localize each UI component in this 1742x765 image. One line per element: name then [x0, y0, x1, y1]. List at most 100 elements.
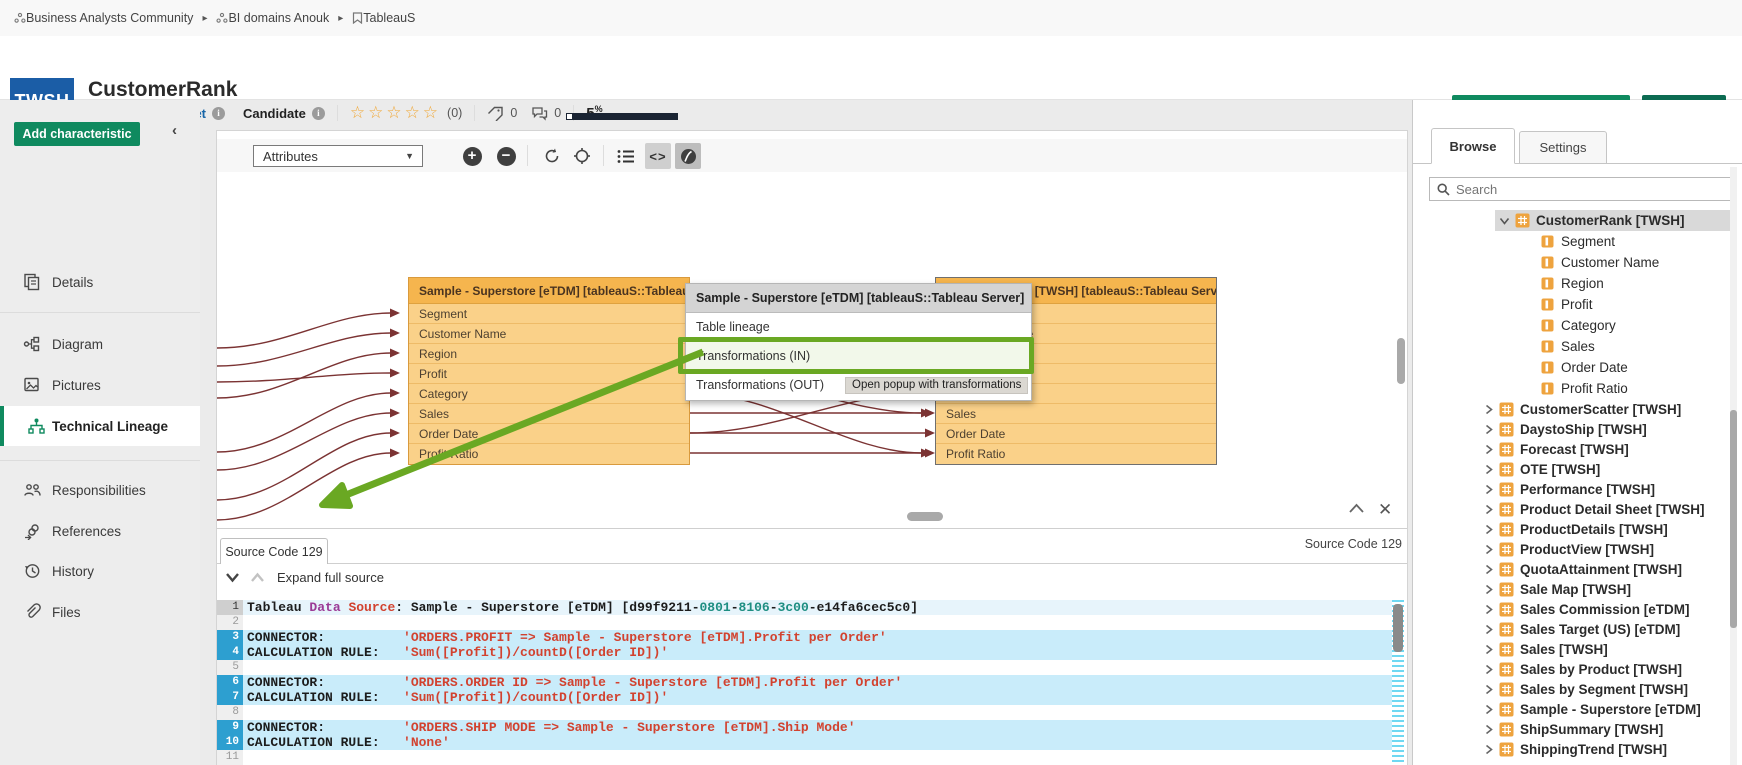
panel-close-icon[interactable]: ✕ [1378, 500, 1392, 520]
breadcrumb-item[interactable]: TableauS [352, 11, 415, 25]
node-field-sales[interactable]: Sales [409, 404, 689, 424]
chevron-right-icon[interactable] [1485, 404, 1493, 415]
tree-item-worksheet[interactable]: Product Detail Sheet [TWSH] [1481, 499, 1731, 519]
refresh-button[interactable] [539, 143, 565, 169]
chevron-right-icon[interactable] [1485, 604, 1493, 615]
expand-up-icon[interactable] [250, 572, 265, 583]
tree-item-worksheet[interactable]: Sales by Segment [TWSH] [1481, 679, 1731, 699]
tree-item-worksheet[interactable]: Sales Commission [eTDM] [1481, 599, 1731, 619]
info-icon[interactable]: i [312, 107, 325, 120]
chevron-right-icon[interactable] [1485, 524, 1493, 535]
comments-icon[interactable] [531, 106, 548, 121]
node-field-region[interactable]: Region [409, 344, 689, 364]
canvas-horizontal-scrollbar[interactable] [907, 512, 943, 521]
context-menu-item-table-lineage[interactable]: Table lineage [686, 313, 1031, 342]
chevron-right-icon[interactable] [1485, 664, 1493, 675]
search-input[interactable] [1456, 182, 1706, 197]
tree-item-worksheet[interactable]: OTE [TWSH] [1481, 459, 1731, 479]
sidebar-item-details[interactable]: Details [0, 264, 200, 300]
chevron-right-icon[interactable] [1485, 464, 1493, 475]
tree-item-column[interactable]: Region [1541, 273, 1731, 294]
tab-settings[interactable]: Settings [1519, 131, 1607, 164]
chevron-right-icon[interactable] [1485, 444, 1493, 455]
chevron-right-icon[interactable] [1485, 564, 1493, 575]
breadcrumb-item[interactable]: Business Analysts Community [14, 11, 193, 25]
breadcrumb-item[interactable]: BI domains Anouk [216, 11, 329, 25]
chevron-right-icon[interactable] [1485, 724, 1493, 735]
tree-item-worksheet[interactable]: DaystoShip [TWSH] [1481, 419, 1731, 439]
center-view-button[interactable] [569, 143, 595, 169]
chevron-right-icon[interactable] [1485, 544, 1493, 555]
chevron-right-icon[interactable] [1485, 624, 1493, 635]
add-characteristic-button[interactable]: Add characteristic [14, 122, 140, 146]
tree-item-worksheet[interactable]: Performance [TWSH] [1481, 479, 1731, 499]
source-code-tab[interactable]: Source Code 129 [220, 538, 328, 564]
chevron-right-icon[interactable] [1485, 744, 1493, 755]
tree-item-worksheet[interactable]: ProductView [TWSH] [1481, 539, 1731, 559]
sidebar-item-diagram[interactable]: Diagram [0, 326, 200, 362]
list-view-button[interactable] [613, 143, 639, 169]
tree-item-worksheet[interactable]: ShipSummary [TWSH] [1481, 719, 1731, 739]
chevron-down-icon[interactable] [1499, 217, 1510, 225]
tab-browse[interactable]: Browse [1431, 128, 1515, 164]
tree-item-worksheet[interactable]: ProductDetails [TWSH] [1481, 519, 1731, 539]
node-field-profit[interactable]: Profit [409, 364, 689, 384]
rating-stars[interactable]: ☆☆☆☆☆ [350, 103, 441, 123]
tree-item-worksheet[interactable]: QuotaAttainment [TWSH] [1481, 559, 1731, 579]
tree-item-column[interactable]: Profit [1541, 294, 1731, 315]
tree-item-column[interactable]: Segment [1541, 231, 1731, 252]
tree-item-worksheet[interactable]: CustomerScatter [TWSH] [1481, 399, 1731, 419]
node-field-category[interactable]: Category [409, 384, 689, 404]
node-field-order-date[interactable]: Order Date [936, 424, 1216, 444]
chevron-right-icon[interactable] [1485, 484, 1493, 495]
tree-item-column[interactable]: Order Date [1541, 357, 1731, 378]
zoom-out-button[interactable]: − [493, 143, 519, 169]
canvas-vertical-scrollbar[interactable] [1397, 338, 1405, 384]
node-field-profit-ratio[interactable]: Profit Ratio [409, 444, 689, 464]
chevron-right-icon[interactable] [1485, 704, 1493, 715]
expand-full-source-label[interactable]: Expand full source [277, 570, 384, 585]
context-menu-item-transformations-in-[interactable]: Transformations (IN) [686, 342, 1031, 371]
chevron-right-icon[interactable] [1485, 424, 1493, 435]
tree-scrollbar-thumb[interactable] [1730, 410, 1737, 628]
sidebar-item-history[interactable]: History [0, 553, 200, 589]
tree-item-column[interactable]: Customer Name [1541, 252, 1731, 273]
sidebar-collapse-icon[interactable]: ‹ [172, 122, 177, 139]
tree-item-worksheet[interactable]: Sample - Superstore [eTDM] [1481, 699, 1731, 719]
node-field-profit-ratio[interactable]: Profit Ratio [936, 444, 1216, 464]
tree-item-worksheet[interactable]: Sales by Product [TWSH] [1481, 659, 1731, 679]
lineage-node-source[interactable]: Sample - Superstore [eTDM] [tableauS::Ta… [408, 277, 690, 465]
tree-item-column[interactable]: Profit Ratio [1541, 378, 1731, 399]
expand-down-icon[interactable] [225, 572, 240, 583]
tree-item-worksheet[interactable]: Sale Map [TWSH] [1481, 579, 1731, 599]
zoom-in-button[interactable]: + [459, 143, 485, 169]
node-field-sales[interactable]: Sales [936, 404, 1216, 424]
source-code-toggle-button[interactable]: <> [645, 143, 671, 169]
chevron-right-icon[interactable] [1485, 584, 1493, 595]
tree-item-column[interactable]: Category [1541, 315, 1731, 336]
tree-item-worksheet[interactable]: Forecast [TWSH] [1481, 439, 1731, 459]
tree-item-worksheet[interactable]: ShippingTrend [TWSH] [1481, 739, 1731, 759]
trace-toggle-button[interactable] [675, 143, 701, 169]
node-field-customer-name[interactable]: Customer Name [409, 324, 689, 344]
tree-item-root[interactable]: CustomerRank [TWSH] [1495, 210, 1730, 231]
node-field-segment[interactable]: Segment [409, 304, 689, 324]
source-code-viewer[interactable]: 1Tableau Data Source: Sample - Superstor… [217, 600, 1407, 765]
node-field-order-date[interactable]: Order Date [409, 424, 689, 444]
sidebar-item-pictures[interactable]: Pictures [0, 367, 200, 403]
chevron-right-icon[interactable] [1485, 504, 1493, 515]
chevron-right-icon[interactable] [1485, 644, 1493, 655]
sidebar-item-responsibilities[interactable]: Responsibilities [0, 472, 200, 508]
attributes-dropdown[interactable]: Attributes▼ [253, 145, 423, 167]
tag-icon[interactable] [487, 106, 504, 121]
panel-collapse-icon[interactable] [1348, 502, 1365, 514]
tree-item-worksheet[interactable]: Sales [TWSH] [1481, 639, 1731, 659]
tree-item-column[interactable]: Sales [1541, 336, 1731, 357]
sidebar-item-technical-lineage[interactable]: Technical Lineage [0, 406, 200, 446]
sidebar-item-files[interactable]: Files [0, 594, 200, 630]
chevron-right-icon[interactable] [1485, 684, 1493, 695]
code-scrollbar-thumb[interactable] [1393, 604, 1403, 652]
info-icon[interactable]: i [212, 107, 225, 120]
tree-item-worksheet[interactable]: Sales Target (US) [eTDM] [1481, 619, 1731, 639]
sidebar-item-references[interactable]: References [0, 513, 200, 549]
